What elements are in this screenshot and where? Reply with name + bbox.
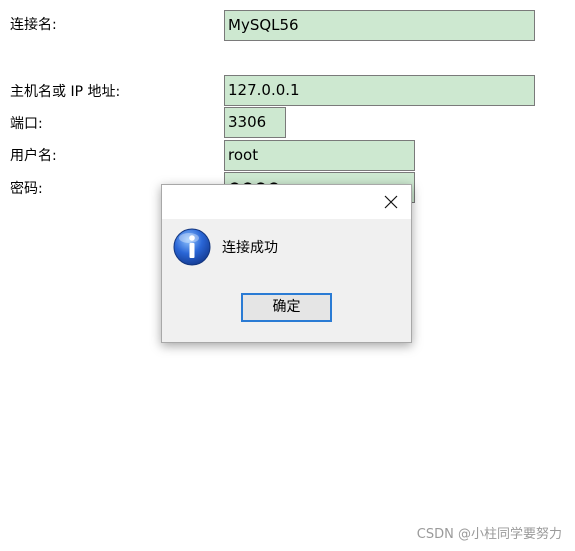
port-field[interactable]: 3306 [224, 107, 286, 138]
connection-name-field[interactable]: MySQL56 [224, 10, 535, 41]
connection-name-label: 连接名: [10, 17, 57, 33]
host-field[interactable]: 127.0.0.1 [224, 75, 535, 106]
watermark: CSDN @小柱同学要努力 [416, 527, 562, 542]
port-label: 端口: [10, 116, 43, 132]
password-label: 密码: [10, 181, 43, 197]
ok-button[interactable]: 确定 [241, 293, 332, 322]
message-dialog: 连接成功 确定 [161, 184, 412, 343]
close-icon[interactable] [371, 185, 411, 219]
user-field[interactable]: root [224, 140, 415, 171]
host-label: 主机名或 IP 地址: [10, 84, 121, 100]
user-label: 用户名: [10, 148, 57, 164]
info-icon [173, 228, 211, 266]
dialog-message: 连接成功 [222, 240, 278, 256]
